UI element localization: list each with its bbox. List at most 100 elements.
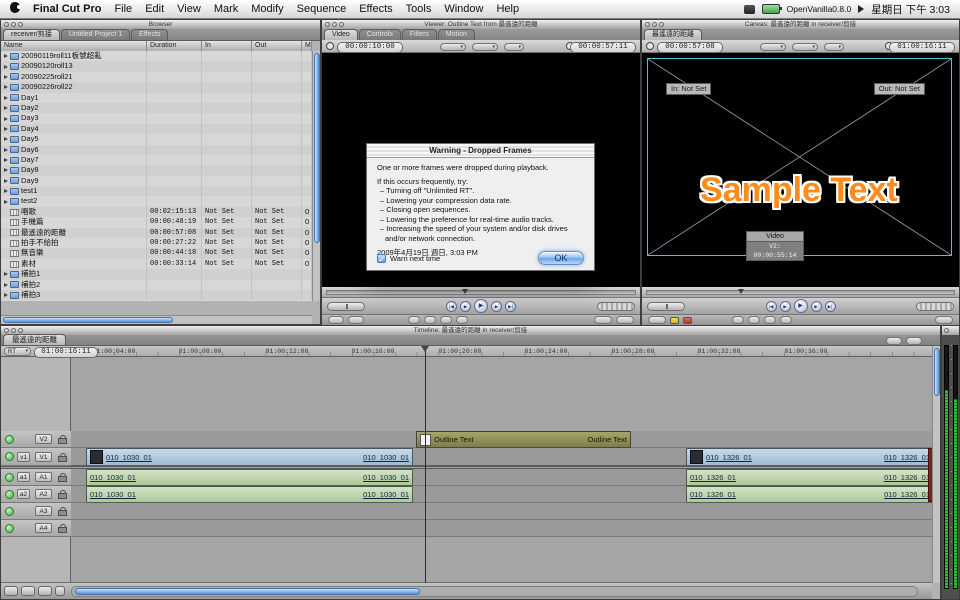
play-in-to-out-button[interactable]: ▶ [780, 301, 791, 312]
browser-row[interactable]: 20090225roll21 [1, 72, 312, 82]
browser-row[interactable]: test2 [1, 196, 312, 206]
menu-item[interactable]: Window [444, 3, 483, 15]
jog-control[interactable] [597, 302, 635, 311]
lock-icon[interactable] [58, 507, 66, 515]
ok-button[interactable]: OK [538, 251, 584, 265]
add-keyframe-button[interactable] [732, 316, 744, 324]
browser-row[interactable]: Day6 [1, 145, 312, 155]
track-destination-a4[interactable]: A4 [35, 523, 52, 533]
play-button[interactable]: ▶ [794, 299, 808, 313]
menu-item[interactable]: View [177, 3, 201, 15]
disclosure-triangle-icon[interactable] [4, 54, 8, 58]
viewer-playhead-sync-popup[interactable] [504, 43, 524, 51]
viewer-duration-timecode[interactable]: 00:00:10:00 [337, 42, 403, 53]
browser-horizontal-scrollbar[interactable] [1, 315, 312, 324]
clip-overlays-button[interactable] [55, 586, 65, 596]
track-layout-button[interactable] [4, 586, 18, 596]
lock-icon[interactable] [58, 473, 66, 481]
scrollbar-thumb[interactable] [75, 588, 420, 595]
browser-row[interactable]: 素材 00:00:33:14 Not Set Not Set 0 [1, 259, 312, 269]
viewer-scrubber-bar[interactable] [322, 287, 640, 298]
column-duration[interactable]: Duration [147, 41, 202, 51]
menu-item[interactable]: Effects [359, 3, 392, 15]
browser-row[interactable]: Day8 [1, 165, 312, 175]
add-marker-button[interactable] [424, 316, 436, 324]
browser-row[interactable]: 20090120roll13 [1, 61, 312, 71]
play-around-button[interactable]: ▶ [491, 301, 502, 312]
track-destination-a3[interactable]: A3 [35, 506, 52, 516]
lock-icon[interactable] [58, 435, 66, 443]
audio-clip-1030-a1[interactable]: 010_1030_01 010_1030_01 [86, 469, 413, 486]
warn-next-time-checkbox[interactable]: ✓ [377, 254, 386, 263]
disclosure-triangle-icon[interactable] [4, 158, 8, 162]
disclosure-triangle-icon[interactable] [4, 200, 8, 204]
browser-row[interactable]: 唱歌 00:02:15:13 Not Set Not Set 0 [1, 207, 312, 217]
track-a3-lane[interactable] [71, 503, 932, 520]
disclosure-triangle-icon[interactable] [4, 283, 8, 287]
play-in-to-out-button[interactable]: ▶ [460, 301, 471, 312]
lock-icon[interactable] [58, 453, 66, 461]
add-marker-button[interactable] [748, 316, 760, 324]
column-out[interactable]: Out [252, 41, 302, 51]
canvas-scrubber-bar[interactable] [642, 287, 959, 298]
viewer-current-timecode[interactable]: 00:00:57:11 [570, 42, 636, 53]
input-method-label[interactable]: OpenVanilla0.8.0 [787, 4, 852, 14]
viewer-tab[interactable]: Motion [438, 29, 475, 40]
playhead-head[interactable] [421, 346, 429, 352]
disclosure-triangle-icon[interactable] [4, 168, 8, 172]
timeline-horizontal-scrollbar[interactable] [71, 586, 918, 597]
source-patch-a2[interactable]: a2 [17, 489, 30, 499]
mark-clip-button[interactable] [348, 316, 364, 324]
viewer-tab[interactable]: Controls [359, 29, 401, 40]
track-destination-v1[interactable]: V1 [35, 452, 52, 462]
window-controls[interactable] [4, 22, 23, 27]
disclosure-triangle-icon[interactable] [4, 106, 8, 110]
timeline-option-button[interactable] [886, 337, 902, 345]
canvas-playhead-sync-popup[interactable] [824, 43, 844, 51]
browser-vertical-scrollbar[interactable] [312, 51, 320, 301]
menu-item[interactable]: Tools [406, 3, 432, 15]
audio-clip-1030-a2[interactable]: 010_1030_01 010_1030_01 [86, 486, 413, 503]
track-destination-a1[interactable]: A1 [35, 472, 52, 482]
next-edit-button[interactable]: ▶| [825, 301, 836, 312]
canvas-view-popup[interactable] [792, 43, 818, 51]
scrubber-playhead[interactable] [738, 289, 744, 294]
playhead[interactable] [425, 346, 426, 583]
jog-control[interactable] [916, 302, 954, 311]
disclosure-triangle-icon[interactable] [4, 293, 8, 297]
menu-item[interactable]: Help [496, 3, 519, 15]
viewer-tab[interactable]: Filters [402, 29, 437, 40]
lock-icon[interactable] [58, 490, 66, 498]
next-edit-button[interactable]: ▶| [505, 301, 516, 312]
match-frame-button[interactable] [328, 316, 344, 324]
scrollbar-thumb[interactable] [3, 317, 173, 323]
scrubber-groove[interactable] [646, 290, 955, 295]
track-height-button[interactable] [21, 586, 35, 596]
browser-tab[interactable]: Untitled Project 1 [61, 29, 130, 40]
add-keyframe-button[interactable] [408, 316, 420, 324]
sequence-tab[interactable]: 最遙遠的距離 [3, 334, 66, 345]
window-controls[interactable] [944, 328, 949, 333]
browser-row[interactable]: 補拍2 [1, 280, 312, 290]
browser-row[interactable]: Day1 [1, 93, 312, 103]
viewer-tab[interactable]: Video [324, 29, 358, 40]
browser-row[interactable]: 補拍1 [1, 269, 312, 279]
source-patch-a1[interactable]: a1 [17, 472, 30, 482]
track-audible-toggle[interactable] [5, 524, 14, 533]
battery-icon[interactable] [762, 4, 780, 14]
browser-row[interactable]: Day3 [1, 113, 312, 123]
disclosure-triangle-icon[interactable] [4, 75, 8, 79]
source-patch-v1[interactable]: v1 [17, 452, 30, 462]
recent-clips-popup[interactable] [594, 316, 612, 324]
column-name[interactable]: Name [1, 41, 147, 51]
timeline-ruler[interactable]: 01:00:04:0001:00:08:0001:00:12:0001:00:1… [1, 346, 932, 357]
browser-row[interactable]: 補拍3 [1, 290, 312, 300]
menu-item[interactable]: Mark [214, 3, 238, 15]
menu-item[interactable]: Sequence [297, 3, 347, 15]
disclosure-triangle-icon[interactable] [4, 179, 8, 183]
browser-row[interactable]: 拍手不給拍 00:00:27:22 Not Set Not Set 0 [1, 238, 312, 248]
timeline-track-area[interactable]: V2 v1 V1 a1 A1 a2 A2 [1, 357, 932, 583]
canvas-video-area[interactable]: In: Not Set Out: Not Set Sample Text Vid… [642, 53, 959, 287]
browser-row[interactable]: Day4 [1, 124, 312, 134]
browser-row[interactable]: 20090119roll11板號超亂 [1, 51, 312, 61]
